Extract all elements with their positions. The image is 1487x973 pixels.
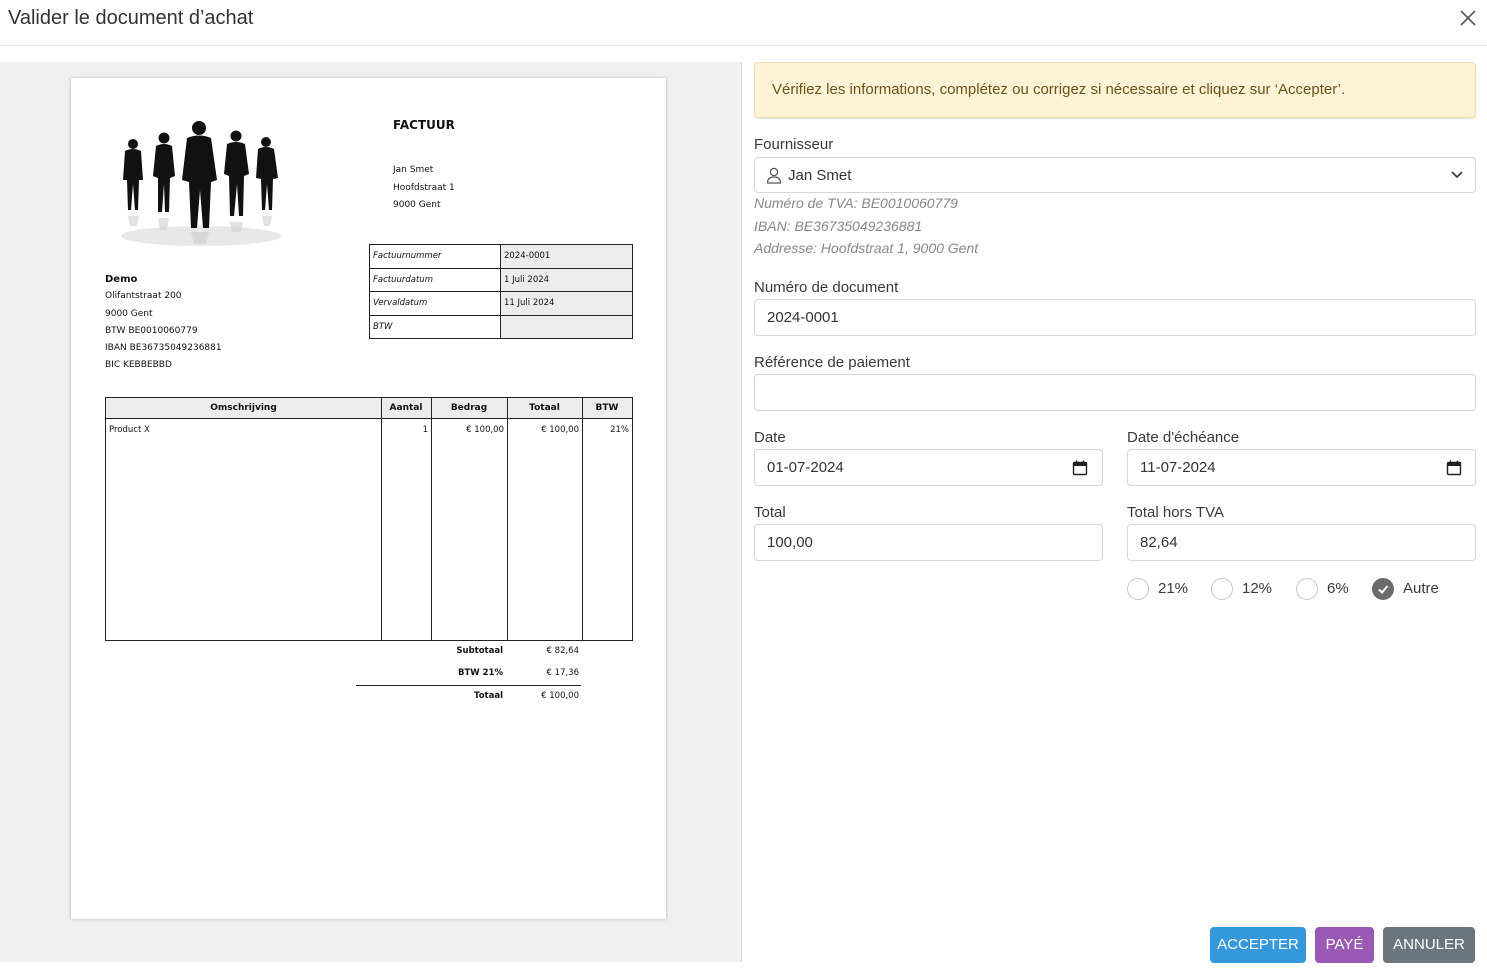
total-excl-vat-input[interactable]: 82,64 [1127,524,1476,561]
date-value: 01-07-2024 [767,459,844,476]
due-date-input[interactable]: 11-07-2024 [1127,449,1476,486]
invoice-title: FACTUUR [393,118,455,132]
vat-total-label: BTW 21% [458,668,503,678]
total-label: Total [754,504,786,521]
invoice-supplier-address: Jan Smet Hoofdstraat 1 9000 Gent [393,162,455,215]
business-people-logo [121,121,281,246]
table-row: BTW [369,314,633,339]
meta-value: 1 Juli 2024 [500,267,633,292]
total-input[interactable]: 100,00 [754,524,1103,561]
invoice-client-address: Demo Olifantstraat 200 9000 Gent BTW BE0… [105,271,222,375]
invoice-supplier-line: 9000 Gent [393,200,441,210]
column-header: Bedrag [450,403,488,413]
info-banner: Vérifiez les informations, complétez ou … [754,62,1476,118]
supplier-address: Addresse: Hoofdstraat 1, 9000 Gent [754,240,979,256]
grand-total-value: € 100,00 [541,691,579,701]
calendar-icon[interactable] [1072,460,1088,476]
user-icon [766,167,782,184]
totals-divider [356,685,581,686]
meta-key: Factuurdatum [369,267,501,292]
due-date-label: Date d'échéance [1127,429,1240,446]
cancel-button[interactable]: ANNULER [1383,927,1475,963]
dialog-header: Valider le document d’achat [0,0,1487,46]
client-line: BTW BE0010060779 [105,325,198,336]
close-icon[interactable] [1458,8,1478,28]
date-label: Date [754,429,786,446]
total-excl-vat-value: 82,64 [1140,534,1178,551]
total-value: 100,00 [767,534,813,551]
total-excl-vat-label: Total hors TVA [1127,504,1224,521]
pane-divider [741,62,742,962]
date-input[interactable]: 01-07-2024 [754,449,1103,486]
radio-circle[interactable] [1211,578,1233,600]
supplier-iban: IBAN: BE36735049236881 [754,218,923,234]
grand-total-label: Totaal [474,691,503,701]
radio-circle[interactable] [1127,578,1149,600]
item-total: € 100,00 [541,425,579,435]
invoice-document: FACTUUR Jan Smet Hoofdstraat 1 9000 Gent… [71,78,666,919]
supplier-value: Jan Smet [788,167,852,184]
supplier-select[interactable]: Jan Smet [754,157,1476,193]
client-line: Olifantstraat 200 [105,291,182,302]
paid-button[interactable]: PAYÉ [1315,927,1374,963]
client-name: Demo [105,274,138,285]
invoice-supplier-line: Jan Smet [393,165,434,175]
radio-circle[interactable] [1296,578,1318,600]
meta-value [500,314,633,339]
vat-option-label: 21% [1158,580,1189,597]
meta-value: 11 Juli 2024 [500,291,633,316]
vat-option-label: 6% [1327,580,1349,597]
meta-key: BTW [369,314,501,339]
item-description: Product X [109,425,150,435]
document-number-value: 2024-0001 [767,309,839,326]
item-quantity: 1 [422,425,428,435]
radio-circle-checked[interactable] [1372,578,1394,600]
table-row: Factuurnummer 2024-0001 [369,244,633,269]
column-header: Totaal [529,403,560,413]
client-line: 9000 Gent [105,308,153,319]
meta-key: Vervaldatum [369,291,501,316]
due-date-value: 11-07-2024 [1140,459,1216,476]
invoice-meta-table: Factuurnummer 2024-0001 Factuurdatum 1 Jul… [369,244,633,339]
client-line: BIC KEBBEBBD [105,360,172,371]
dialog-title: Valider le document d’achat [8,7,254,29]
subtotal-label: Subtotaal [456,646,503,656]
supplier-vat-number: Numéro de TVA: BE0010060779 [754,195,958,211]
vat-option-label: Autre [1403,580,1439,597]
item-vat: 21% [610,425,629,435]
document-number-input[interactable]: 2024-0001 [754,299,1476,336]
vat-option-label: 12% [1242,580,1273,597]
table-row: Factuurdatum 1 Juli 2024 [369,267,633,292]
payment-reference-input[interactable] [754,374,1476,411]
item-amount: € 100,00 [466,425,504,435]
invoice-items-table: Omschrijving Aantal Bedrag Totaal BTW Pr… [105,397,633,641]
document-number-label: Numéro de document [754,279,899,296]
vat-total-value: € 17,36 [546,668,579,678]
chevron-down-icon [1451,171,1463,179]
calendar-icon[interactable] [1446,460,1462,476]
accept-button[interactable]: ACCEPTER [1210,927,1306,963]
meta-value: 2024-0001 [500,244,633,269]
table-row: Vervaldatum 11 Juli 2024 [369,291,633,316]
info-banner-text: Vérifiez les informations, complétez ou … [772,81,1346,98]
meta-key: Factuurnummer [369,244,501,269]
column-header: Omschrijving [210,403,277,413]
subtotal-value: € 82,64 [546,646,579,656]
column-header: BTW [595,403,619,413]
supplier-label: Fournisseur [754,136,834,153]
check-icon [1378,585,1389,594]
client-line: IBAN BE36735049236881 [105,343,222,354]
payment-reference-label: Référence de paiement [754,354,910,371]
invoice-supplier-line: Hoofdstraat 1 [393,182,455,193]
column-header: Aantal [389,403,423,413]
